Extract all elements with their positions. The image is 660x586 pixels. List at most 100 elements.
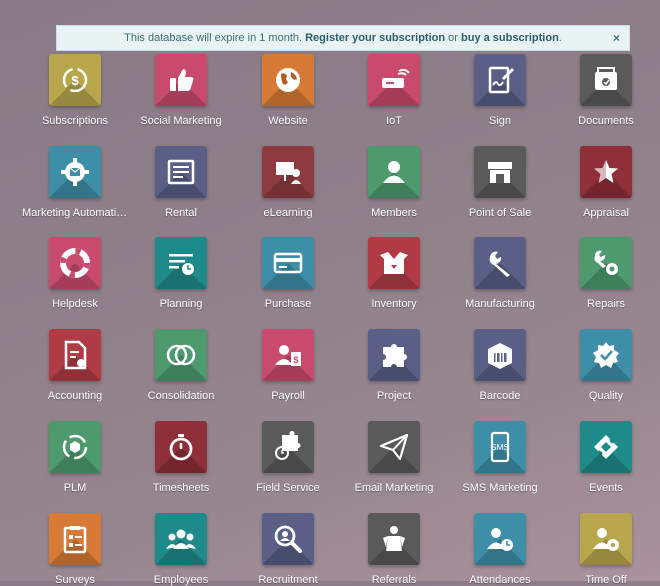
svg-text:SMS: SMS (491, 442, 510, 452)
app-point-of-sale[interactable]: Point of Sale (447, 146, 553, 219)
app-tile[interactable] (49, 329, 101, 381)
register-subscription-link[interactable]: Register your subscription (305, 32, 445, 44)
app-tile[interactable]: $ (262, 329, 314, 381)
app-label: Documents (578, 115, 634, 127)
app-tile[interactable] (474, 146, 526, 198)
app-label: Consolidation (147, 390, 215, 402)
app-rental[interactable]: Rental (128, 146, 234, 219)
subscriptions-icon: $ (62, 67, 88, 93)
app-social-marketing[interactable]: Social Marketing (128, 54, 234, 127)
app-tile[interactable] (368, 329, 420, 381)
app-tile[interactable] (262, 54, 314, 106)
app-tile[interactable] (155, 146, 207, 198)
app-tile[interactable] (368, 237, 420, 289)
app-tile[interactable] (155, 513, 207, 565)
app-members[interactable]: Members (341, 146, 447, 219)
app-tile[interactable] (368, 54, 420, 106)
app-marketing-automation[interactable]: Marketing Automation (22, 146, 128, 219)
app-plm[interactable]: PLM (22, 421, 128, 494)
app-planning[interactable]: Planning (128, 237, 234, 310)
paper-plane-icon (379, 433, 409, 461)
app-label: Payroll (271, 390, 305, 402)
app-tile[interactable] (580, 54, 632, 106)
app-website[interactable]: Website (235, 54, 341, 127)
app-tile[interactable] (474, 329, 526, 381)
app-tile[interactable] (49, 146, 101, 198)
app-surveys[interactable]: Surveys (22, 513, 128, 586)
app-label: eLearning (263, 207, 313, 219)
app-consolidation[interactable]: Consolidation (128, 329, 234, 402)
app-tile[interactable] (155, 237, 207, 289)
app-tile[interactable] (155, 54, 207, 106)
app-tile[interactable] (474, 54, 526, 106)
app-label: Accounting (47, 390, 103, 402)
sign-icon (488, 66, 514, 94)
app-label: Appraisal (583, 207, 629, 219)
app-tile[interactable]: SMS (474, 421, 526, 473)
app-repairs[interactable]: Repairs (553, 237, 659, 310)
app-tile[interactable] (580, 146, 632, 198)
stopwatch-icon (169, 434, 193, 461)
app-documents[interactable]: Documents (553, 54, 659, 127)
consolidation-icon (166, 344, 196, 366)
app-tile[interactable] (368, 513, 420, 565)
app-employees[interactable]: Employees (128, 513, 234, 586)
app-attendances[interactable]: Attendances (447, 513, 553, 586)
app-tile[interactable] (49, 513, 101, 565)
rental-icon (167, 159, 195, 185)
app-tile[interactable] (262, 146, 314, 198)
app-manufacturing[interactable]: Manufacturing (447, 237, 553, 310)
box-open-icon (380, 252, 408, 274)
app-tile[interactable] (155, 329, 207, 381)
app-elearning[interactable]: eLearning (235, 146, 341, 219)
app-label: Field Service (256, 482, 320, 494)
iot-icon (382, 68, 410, 88)
app-helpdesk[interactable]: Helpdesk (22, 237, 128, 310)
app-tile[interactable] (262, 421, 314, 473)
app-quality[interactable]: Quality (553, 329, 659, 402)
app-tile[interactable] (580, 329, 632, 381)
banner-close-icon[interactable]: × (613, 31, 620, 45)
app-inventory[interactable]: Inventory (341, 237, 447, 310)
app-field-service[interactable]: Field Service (235, 421, 341, 494)
marketing-automation-icon (61, 158, 89, 186)
app-tile[interactable] (580, 237, 632, 289)
app-tile[interactable] (49, 237, 101, 289)
buy-subscription-link[interactable]: buy a subscription (461, 32, 559, 44)
app-tile[interactable] (580, 421, 632, 473)
app-events[interactable]: Events (553, 421, 659, 494)
app-appraisal[interactable]: Appraisal (553, 146, 659, 219)
payroll-icon: $ (275, 345, 301, 366)
app-label: Purchase (264, 298, 312, 310)
app-accounting[interactable]: Accounting (22, 329, 128, 402)
app-project[interactable]: Project (341, 329, 447, 402)
app-label: Point of Sale (468, 207, 532, 219)
star-icon (594, 160, 618, 183)
app-tile[interactable] (49, 421, 101, 473)
app-time-off[interactable]: Time Off (553, 513, 659, 586)
app-recruitment[interactable]: Recruitment (235, 513, 341, 586)
app-timesheets[interactable]: Timesheets (128, 421, 234, 494)
app-tile[interactable] (155, 421, 207, 473)
plm-icon (62, 434, 88, 460)
app-tile[interactable] (580, 513, 632, 565)
app-iot[interactable]: IoT (341, 54, 447, 127)
app-tile[interactable] (474, 237, 526, 289)
app-sms-marketing[interactable]: SMS SMS Marketing (447, 421, 553, 494)
app-tile[interactable] (368, 146, 420, 198)
app-subscriptions[interactable]: $ Subscriptions (22, 54, 128, 127)
app-sign[interactable]: Sign (447, 54, 553, 127)
app-tile[interactable] (262, 237, 314, 289)
app-barcode[interactable]: Barcode (447, 329, 553, 402)
app-tile[interactable]: $ (49, 54, 101, 106)
app-tile[interactable] (262, 513, 314, 565)
quality-icon (593, 342, 619, 368)
app-label: Planning (159, 298, 203, 310)
app-referrals[interactable]: Referrals (341, 513, 447, 586)
app-tile[interactable] (368, 421, 420, 473)
app-tile[interactable] (474, 513, 526, 565)
app-purchase[interactable]: Purchase (235, 237, 341, 310)
app-payroll[interactable]: $ Payroll (235, 329, 341, 402)
store-icon (488, 162, 512, 183)
app-email-marketing[interactable]: Email Marketing (341, 421, 447, 494)
